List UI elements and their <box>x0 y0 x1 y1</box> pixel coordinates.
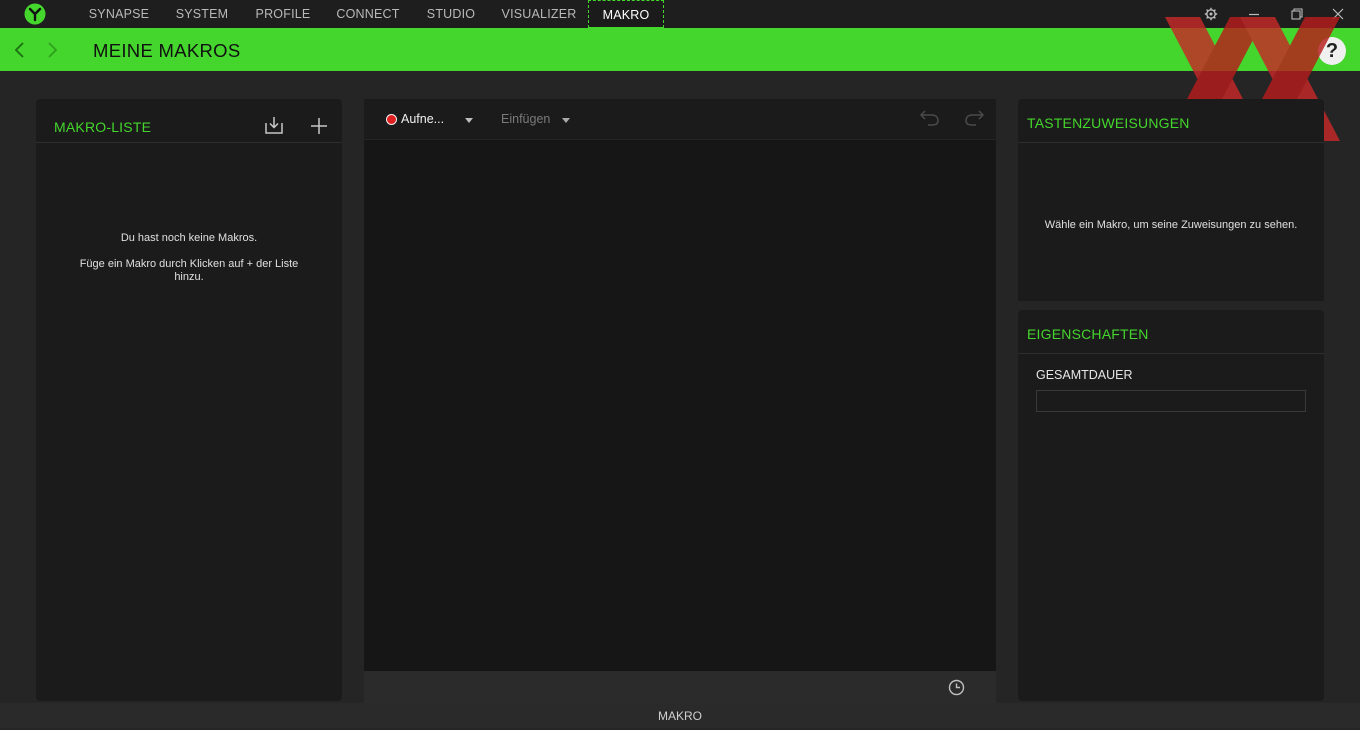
assignments-title: TASTENZUWEISUNGEN <box>1027 115 1190 131</box>
restore-button[interactable] <box>1287 4 1307 24</box>
restore-icon <box>1291 8 1303 20</box>
record-button[interactable]: Aufne... <box>401 112 444 126</box>
macro-list-panel: MAKRO-LISTE Du hast noch keine Makros. F… <box>36 99 342 701</box>
tab-system[interactable]: SYSTEM <box>172 0 232 28</box>
undo-icon[interactable] <box>919 109 941 127</box>
properties-title: EIGENSCHAFTEN <box>1027 326 1149 342</box>
empty-list-message: Du hast noch keine Makros. <box>120 232 258 244</box>
properties-panel: EIGENSCHAFTEN GESAMTDAUER <box>1018 310 1324 701</box>
divider <box>36 142 342 143</box>
title-bar: SYNAPSE SYSTEM PROFILE CONNECT STUDIO VI… <box>0 0 1360 28</box>
empty-list-hint: Füge ein Makro durch Klicken auf + der L… <box>79 258 299 270</box>
tab-visualizer[interactable]: VISUALIZER <box>500 0 578 28</box>
help-icon[interactable]: ? <box>1318 37 1346 65</box>
tab-connect[interactable]: CONNECT <box>334 0 402 28</box>
close-button[interactable] <box>1328 4 1348 24</box>
record-dropdown-icon[interactable] <box>465 118 473 123</box>
macro-list-title: MAKRO-LISTE <box>54 119 152 135</box>
divider <box>1018 353 1324 354</box>
editor-toolbar <box>364 99 996 139</box>
clock-icon[interactable] <box>948 679 965 696</box>
import-macro-button[interactable] <box>264 115 284 140</box>
total-duration-field[interactable] <box>1036 390 1306 412</box>
divider <box>1018 142 1324 143</box>
minimize-icon <box>1249 13 1259 16</box>
empty-list-hint-cont: hinzu. <box>174 271 204 283</box>
insert-dropdown-icon[interactable] <box>562 118 570 123</box>
redo-icon[interactable] <box>963 109 985 127</box>
forward-arrow-icon[interactable] <box>44 40 60 60</box>
assignments-panel: TASTENZUWEISUNGEN Wähle ein Makro, um se… <box>1018 99 1324 301</box>
macro-editor-panel: Aufne... Einfügen <box>364 99 996 671</box>
tab-makro[interactable]: MAKRO <box>588 0 664 28</box>
add-macro-button[interactable] <box>310 117 328 140</box>
tab-profile[interactable]: PROFILE <box>252 0 314 28</box>
status-bar: MAKRO <box>0 703 1360 728</box>
back-arrow-icon[interactable] <box>12 40 28 60</box>
settings-button[interactable] <box>1201 4 1221 24</box>
insert-button[interactable]: Einfügen <box>501 112 550 126</box>
import-icon <box>265 117 283 134</box>
tab-studio[interactable]: STUDIO <box>423 0 479 28</box>
close-icon <box>1332 8 1344 20</box>
divider <box>364 139 996 140</box>
minimize-button[interactable] <box>1244 4 1264 24</box>
tab-synapse[interactable]: SYNAPSE <box>84 0 154 28</box>
gear-icon <box>1204 7 1218 21</box>
editor-footer <box>364 671 996 703</box>
page-header: MEINE MAKROS ? <box>0 28 1360 71</box>
total-duration-label: GESAMTDAUER <box>1036 368 1133 382</box>
add-icon <box>311 118 327 134</box>
razer-logo-icon[interactable] <box>24 3 46 25</box>
assignments-empty-message: Wähle ein Makro, um seine Zuweisungen zu… <box>1044 219 1298 231</box>
record-dot-icon <box>386 114 397 125</box>
page-title: MEINE MAKROS <box>93 40 241 61</box>
